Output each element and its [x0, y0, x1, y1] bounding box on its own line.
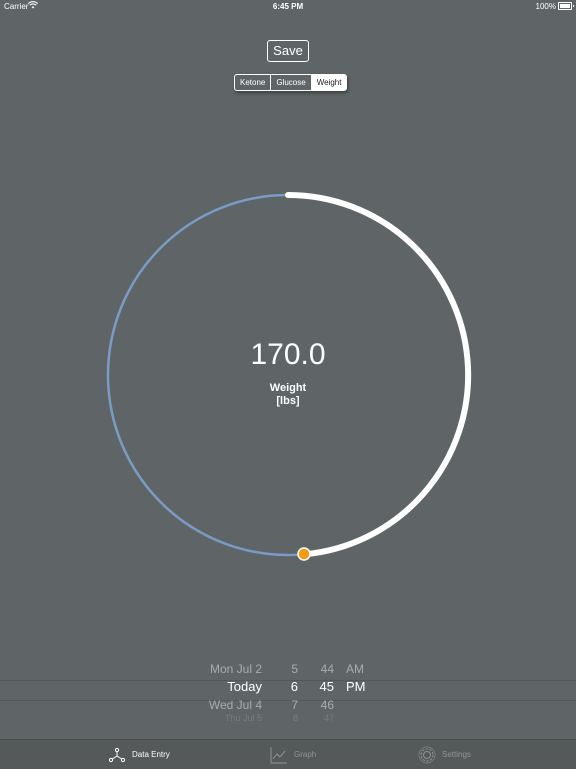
picker-date-item[interactable]: Thu Jul 5: [190, 714, 262, 722]
tab-bar: Data Entry Graph Settings: [0, 739, 576, 769]
picker-hour-item[interactable]: 8: [280, 714, 298, 722]
tab-graph-label: Graph: [294, 750, 317, 759]
picker-date-item[interactable]: Wed Jul 4: [190, 696, 262, 714]
picker-minute-item[interactable]: 44: [312, 660, 334, 678]
picker-minute-item[interactable]: 47: [312, 714, 334, 722]
picker-minute-item[interactable]: 46: [312, 696, 334, 714]
tab-graph[interactable]: Graph: [270, 740, 316, 769]
picker-date-column[interactable]: Mon Jul 2 Today Wed Jul 4 Thu Jul 5: [190, 660, 262, 722]
picker-hour-item[interactable]: 7: [280, 696, 298, 714]
picker-minute-selected[interactable]: 45: [312, 678, 334, 696]
measurement-unit: [lbs]: [276, 395, 300, 407]
tab-data-entry-label: Data Entry: [132, 750, 170, 759]
dial-knob[interactable]: [297, 547, 311, 561]
tab-data-entry[interactable]: Data Entry: [108, 740, 170, 769]
picker-minute-column[interactable]: 44 45 46 47: [312, 660, 334, 722]
graph-icon: [270, 746, 287, 763]
picker-ampm-selected[interactable]: PM: [346, 678, 370, 696]
data-entry-icon: [108, 747, 126, 762]
tab-settings-label: Settings: [442, 750, 471, 759]
dial-progress-arc: [285, 192, 472, 558]
settings-icon: [418, 746, 436, 763]
value-label: Weight [lbs]: [188, 382, 388, 408]
picker-ampm-column[interactable]: AM PM: [346, 660, 370, 696]
picker-ampm-item[interactable]: AM: [346, 660, 370, 678]
current-value: 170.0: [250, 338, 326, 371]
measurement-name: Weight: [269, 382, 307, 394]
datetime-picker[interactable]: Mon Jul 2 Today Wed Jul 4 Thu Jul 5 5 6 …: [0, 660, 576, 722]
picker-date-item[interactable]: Mon Jul 2: [190, 660, 262, 678]
tab-settings[interactable]: Settings: [418, 740, 471, 769]
picker-hour-selected[interactable]: 6: [280, 678, 298, 696]
picker-hour-column[interactable]: 5 6 7 8: [280, 660, 298, 722]
picker-date-selected[interactable]: Today: [190, 678, 262, 696]
picker-hour-item[interactable]: 5: [280, 660, 298, 678]
